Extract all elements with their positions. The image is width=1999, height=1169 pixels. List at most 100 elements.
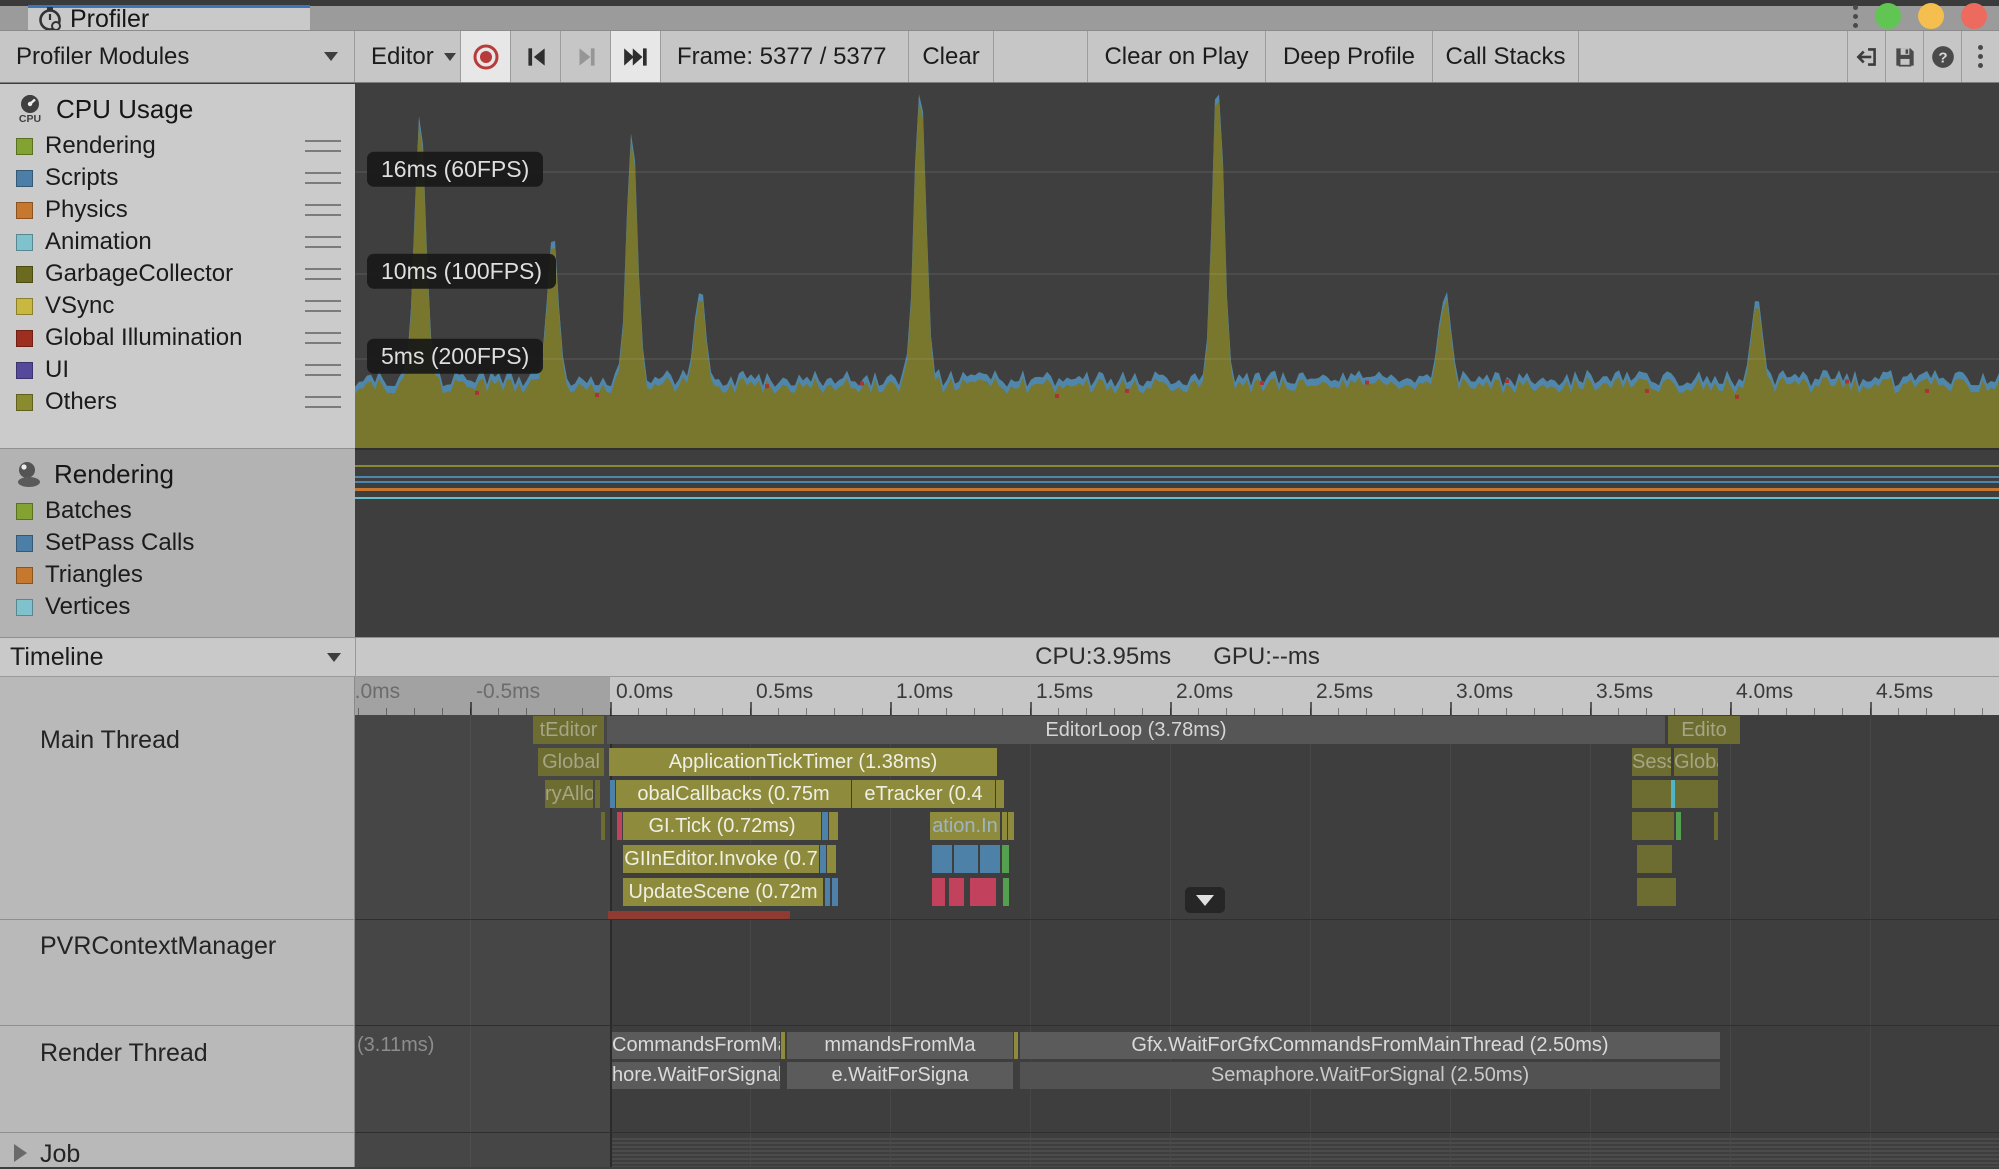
sample-bar[interactable]: GI.Tick (0.72ms)	[623, 812, 821, 840]
sample-sliver[interactable]	[1714, 812, 1718, 840]
sample-bar[interactable]: Sess	[1632, 748, 1671, 776]
sample-sliver[interactable]	[1008, 812, 1014, 840]
sample-sliver[interactable]	[932, 845, 952, 873]
thread-row-pvrcontextmanager[interactable]: PVRContextManager	[40, 932, 276, 961]
rendering-chart[interactable]	[355, 448, 1999, 637]
track-pvrcontextmanager[interactable]	[355, 919, 1999, 1025]
cpu-usage-chart[interactable]: 16ms (60FPS)10ms (100FPS)5ms (200FPS)	[355, 84, 1999, 448]
zoom-button[interactable]	[1918, 3, 1944, 29]
track-main-thread[interactable]: tEditorEditorLoop (3.78ms)Edito GlobalApp…	[355, 715, 1999, 919]
sample-bar[interactable]: (3.11ms)	[357, 1032, 477, 1059]
sample-bar[interactable]: ApplicationTickTimer (1.38ms)	[609, 748, 997, 776]
drag-handle-icon[interactable]	[305, 236, 341, 248]
legend-item[interactable]: GarbageCollector	[0, 258, 355, 290]
close-button[interactable]	[1961, 3, 1987, 29]
drag-handle-icon[interactable]	[305, 172, 341, 184]
deep-profile-button[interactable]: Deep Profile	[1266, 31, 1433, 82]
sample-bar[interactable]: CommandsFromMainT	[612, 1032, 780, 1059]
expand-rows-button[interactable]	[1185, 887, 1225, 913]
sample-bar[interactable]: Gfx.WaitForGfxCommandsFromMainThread (2.…	[1020, 1032, 1720, 1059]
sample-bar[interactable]: ryAllo	[545, 780, 593, 808]
sample-bar[interactable]: tEditor	[533, 716, 604, 744]
legend-item[interactable]: Vertices	[0, 591, 355, 623]
minimize-button[interactable]	[1875, 3, 1901, 29]
sample-sliver[interactable]	[1671, 780, 1675, 808]
legend-item[interactable]: SetPass Calls	[0, 527, 355, 559]
sample-sliver[interactable]	[825, 878, 830, 906]
sample-sliver[interactable]	[954, 845, 978, 873]
legend-item[interactable]: Triangles	[0, 559, 355, 591]
legend-item[interactable]: Global Illumination	[0, 322, 355, 354]
profiler-modules-dropdown[interactable]: Profiler Modules	[0, 31, 355, 82]
timeline-view-dropdown[interactable]: Timeline	[0, 637, 355, 677]
current-frame-button[interactable]	[611, 31, 661, 82]
legend-item[interactable]: Animation	[0, 226, 355, 258]
drag-handle-icon[interactable]	[305, 396, 341, 408]
drag-handle-icon[interactable]	[305, 300, 341, 312]
sample-bar[interactable]: ation.In	[930, 812, 1000, 840]
sample-sliver[interactable]	[781, 1032, 785, 1059]
sample-sliver[interactable]	[980, 845, 1000, 873]
track-render-thread[interactable]: (3.11ms)CommandsFromMainTmmandsFromMaGfx…	[355, 1025, 1999, 1132]
track-job[interactable]	[355, 1132, 1999, 1167]
sample-sliver[interactable]	[1632, 780, 1718, 808]
clear-button[interactable]: Clear	[909, 31, 994, 82]
sample-sliver[interactable]	[832, 878, 838, 906]
sample-sliver[interactable]	[1003, 878, 1009, 906]
timeline-tracks[interactable]: tEditorEditorLoop (3.78ms)Edito GlobalApp…	[355, 715, 1999, 1167]
first-frame-button[interactable]	[511, 31, 561, 82]
sample-sliver[interactable]	[827, 845, 836, 873]
drag-handle-icon[interactable]	[305, 332, 341, 344]
legend-item[interactable]: Scripts	[0, 162, 355, 194]
editor-target-dropdown[interactable]: Editor	[355, 31, 461, 82]
sample-sliver[interactable]	[617, 812, 622, 840]
sample-bar[interactable]: Globa	[1674, 748, 1718, 776]
legend-item[interactable]: VSync	[0, 290, 355, 322]
save-profile-button[interactable]	[1885, 31, 1923, 82]
sample-sliver[interactable]	[1002, 845, 1009, 873]
sample-bar[interactable]: GIInEditor.Invoke (0.7	[623, 845, 819, 873]
legend-item[interactable]: Rendering	[0, 130, 355, 162]
thread-row-job[interactable]: Job	[40, 1140, 80, 1169]
legend-item[interactable]: Others	[0, 386, 355, 418]
sample-sliver[interactable]	[970, 878, 996, 906]
next-frame-button[interactable]	[561, 31, 611, 82]
cpu-usage-header[interactable]: CPU CPU Usage	[0, 84, 355, 130]
sample-bar[interactable]: Edito	[1668, 716, 1740, 744]
sample-sliver[interactable]	[949, 878, 964, 906]
thread-row-render[interactable]: Render Thread	[40, 1039, 208, 1068]
sample-bar[interactable]: eTracker (0.4	[852, 780, 995, 808]
sample-sliver[interactable]	[822, 812, 828, 840]
sample-sliver[interactable]	[932, 878, 945, 906]
sample-bar[interactable]: UpdateScene (0.72m	[623, 878, 823, 906]
window-menu-icon[interactable]	[1852, 5, 1858, 28]
drag-handle-icon[interactable]	[305, 364, 341, 376]
sample-sliver[interactable]	[1676, 812, 1681, 840]
foldout-arrow-icon[interactable]	[14, 1144, 27, 1162]
load-profile-button[interactable]	[1847, 31, 1885, 82]
thread-row-main[interactable]: Main Thread	[40, 726, 180, 755]
tab-profiler[interactable]: Profiler	[28, 5, 310, 30]
drag-handle-icon[interactable]	[305, 204, 341, 216]
legend-item[interactable]: Batches	[0, 495, 355, 527]
sample-bar[interactable]: obalCallbacks (0.75m	[616, 780, 851, 808]
sample-sliver[interactable]	[1632, 812, 1674, 840]
sample-sliver[interactable]	[1002, 812, 1007, 840]
drag-handle-icon[interactable]	[305, 268, 341, 280]
legend-item[interactable]: UI	[0, 354, 355, 386]
clear-on-play-button[interactable]: Clear on Play	[1088, 31, 1266, 82]
sample-sliver[interactable]	[829, 812, 838, 840]
sample-bar[interactable]: e.WaitForSigna	[787, 1062, 1013, 1089]
record-button[interactable]	[461, 31, 511, 82]
sample-sliver[interactable]	[1637, 845, 1672, 873]
sample-bar[interactable]: EditorLoop (3.78ms)	[607, 716, 1665, 744]
sample-sliver[interactable]	[601, 812, 605, 840]
sample-sliver[interactable]	[820, 845, 826, 873]
sample-sliver[interactable]	[1637, 878, 1676, 906]
drag-handle-icon[interactable]	[305, 140, 341, 152]
sample-sliver[interactable]	[610, 780, 615, 808]
sample-sliver[interactable]	[608, 911, 790, 919]
call-stacks-button[interactable]: Call Stacks	[1433, 31, 1579, 82]
legend-item[interactable]: Physics	[0, 194, 355, 226]
sample-bar[interactable]: Global	[538, 748, 604, 776]
